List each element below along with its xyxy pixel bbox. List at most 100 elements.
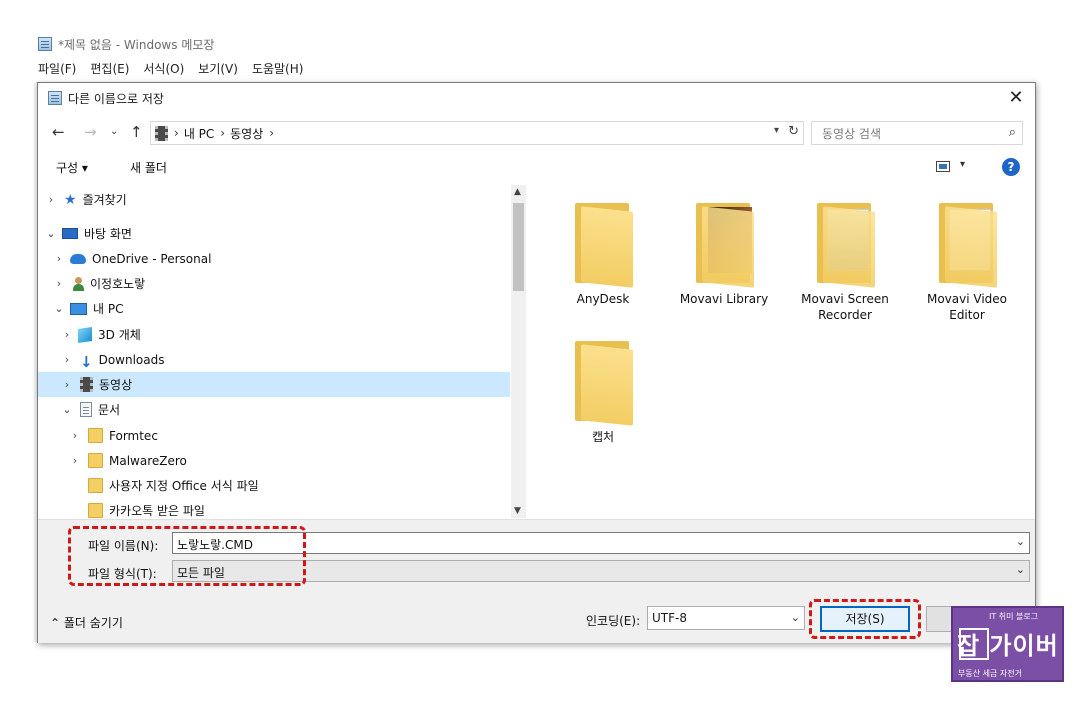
expand-chevron-icon[interactable]: ›	[68, 429, 82, 442]
nav-label: 즐겨찾기	[82, 193, 127, 207]
scroll-down-icon[interactable]: ▼	[514, 506, 521, 516]
desktop-icon	[62, 228, 78, 239]
breadcrumb-videos[interactable]: 동영상	[230, 125, 263, 142]
nav-item-user[interactable]: › 이정호노랗	[38, 271, 510, 296]
expand-chevron-icon[interactable]: ›	[68, 454, 82, 467]
document-icon	[80, 402, 92, 417]
folder-icon	[88, 428, 103, 443]
onedrive-cloud-icon	[70, 253, 86, 264]
blog-watermark-logo: IT 취미 블로그 잡 가이버 부동산 세금 자전거	[951, 606, 1064, 682]
notepad-menubar: 파일(F) 편집(E) 서식(O) 보기(V) 도움말(H)	[38, 60, 303, 77]
notepad-icon	[48, 91, 62, 105]
dialog-title: 다른 이름으로 저장	[68, 91, 164, 106]
collapse-chevron-icon[interactable]: ⌄	[44, 227, 58, 240]
video-film-icon	[80, 377, 93, 392]
encoding-value: UTF-8	[652, 611, 687, 625]
pc-icon	[70, 302, 87, 315]
nav-item-this-pc[interactable]: ⌄ 내 PC	[38, 296, 510, 321]
expand-chevron-icon[interactable]: ›	[60, 353, 74, 366]
highlight-annotation	[68, 526, 306, 586]
nav-label: MalwareZero	[109, 453, 187, 468]
nav-item-malwarezero[interactable]: › MalwareZero	[38, 448, 510, 473]
scrollbar-thumb[interactable]	[513, 203, 524, 291]
menu-edit[interactable]: 편집(E)	[90, 60, 129, 77]
help-icon[interactable]: ?	[1002, 158, 1020, 176]
file-name: Movavi Screen Recorder	[801, 292, 889, 322]
folder-icon	[937, 203, 997, 288]
folder-icon	[88, 478, 103, 493]
nav-scrollbar[interactable]: ▲ ▼	[511, 185, 526, 518]
expand-chevron-icon[interactable]: ›	[60, 378, 74, 391]
encoding-label: 인코딩(E):	[586, 614, 641, 628]
folder-icon	[573, 341, 633, 426]
nav-item-onedrive[interactable]: › OneDrive - Personal	[38, 246, 510, 271]
nav-item-3d-objects[interactable]: › 3D 개체	[38, 322, 510, 347]
nav-item-formtec[interactable]: › Formtec	[38, 423, 510, 448]
nav-item-desktop[interactable]: ⌄ 바탕 화면	[38, 221, 510, 246]
search-input[interactable]: 동영상 검색 ⌕	[811, 121, 1023, 145]
expand-chevron-icon[interactable]: ›	[44, 193, 58, 206]
address-bar[interactable]: › 내 PC › 동영상 › ▾ ↻	[150, 121, 804, 145]
organize-button[interactable]: 구성 ▾	[56, 159, 88, 176]
expand-chevron-icon[interactable]: ›	[52, 277, 66, 290]
breadcrumb-separator-icon: ›	[220, 126, 226, 140]
encoding-select[interactable]: UTF-8 ⌄	[647, 606, 805, 630]
nav-item-videos[interactable]: › 동영상	[38, 372, 510, 397]
expand-chevron-icon[interactable]: ›	[52, 252, 66, 265]
menu-view[interactable]: 보기(V)	[198, 60, 238, 77]
search-icon: ⌕	[1008, 125, 1016, 140]
nav-item-downloads[interactable]: › ↓ Downloads	[38, 347, 510, 372]
video-film-icon	[155, 125, 168, 141]
dialog-titlebar: 다른 이름으로 저장 ✕	[38, 83, 1035, 113]
nav-item-office-templates[interactable]: 사용자 지정 Office 서식 파일	[38, 473, 510, 498]
nav-label: 3D 개체	[98, 328, 141, 342]
nav-label: 카카오톡 받은 파일	[109, 504, 205, 518]
folder-icon	[573, 203, 633, 288]
watermark-bottom-text: 부동산 세금 자전거	[958, 669, 1022, 678]
file-pane: AnyDesk Movavi Library Movavi Screen Rec…	[528, 185, 1036, 518]
view-mode-icon[interactable]	[936, 161, 950, 172]
file-item-movavi-library[interactable]: Movavi Library	[669, 203, 779, 307]
file-name: Movavi Library	[679, 292, 769, 306]
close-icon[interactable]: ✕	[1005, 87, 1027, 109]
download-arrow-icon: ↓	[80, 352, 93, 371]
user-icon	[72, 276, 84, 291]
address-dropdown-icon[interactable]: ▾	[774, 125, 779, 136]
menu-help[interactable]: 도움말(H)	[252, 60, 304, 77]
star-icon: ★	[64, 191, 77, 208]
back-arrow-icon[interactable]: ←	[52, 123, 65, 141]
file-item-capture[interactable]: 캡처	[548, 341, 658, 445]
save-options-area: 파일 이름(N): 노랗노랗.CMD ⌄ 파일 형식(T): 모든 파일 ⌄ ⌃…	[38, 519, 1035, 643]
scroll-up-icon[interactable]: ▲	[514, 187, 521, 197]
nav-item-documents[interactable]: ⌄ 문서	[38, 397, 510, 422]
collapse-chevron-icon[interactable]: ⌄	[52, 302, 66, 315]
breadcrumb-this-pc[interactable]: 내 PC	[184, 125, 214, 142]
up-arrow-icon[interactable]: ↑	[130, 123, 143, 141]
chevron-down-icon[interactable]: ⌄	[1016, 535, 1025, 548]
hide-folders-button[interactable]: ⌃ 폴더 숨기기	[50, 614, 123, 631]
file-item-movavi-screen-recorder[interactable]: Movavi Screen Recorder	[790, 203, 900, 323]
menu-file[interactable]: 파일(F)	[38, 60, 76, 77]
expand-chevron-icon[interactable]: ›	[60, 328, 74, 341]
refresh-icon[interactable]: ↻	[788, 124, 799, 139]
watermark-top-text: IT 취미 블로그	[989, 612, 1039, 621]
collapse-chevron-icon[interactable]: ⌄	[60, 403, 74, 416]
forward-arrow-icon[interactable]: →	[84, 123, 97, 141]
file-item-anydesk[interactable]: AnyDesk	[548, 203, 658, 307]
menu-format[interactable]: 서식(O)	[143, 60, 184, 77]
watermark-main-text: 잡 가이버	[957, 632, 1059, 660]
chevron-down-icon[interactable]: ⌄	[1016, 563, 1025, 576]
chevron-down-icon[interactable]: ⌄	[791, 611, 800, 624]
nav-label: OneDrive - Personal	[92, 251, 212, 266]
file-item-movavi-video-editor[interactable]: Movavi Video Editor	[912, 203, 1022, 323]
nav-label: 바탕 화면	[84, 227, 132, 241]
dialog-toolbar: 구성 ▾ 새 폴더 ▾ ?	[38, 153, 1035, 181]
nav-label: 동영상	[99, 378, 133, 392]
folder-icon	[694, 203, 754, 288]
nav-item-kakaotalk[interactable]: 카카오톡 받은 파일	[38, 498, 510, 518]
view-dropdown-icon[interactable]: ▾	[960, 159, 965, 170]
recent-locations-chevron-icon[interactable]: ⌄	[110, 126, 118, 137]
nav-item-favorites[interactable]: › ★ 즐겨찾기	[38, 187, 510, 212]
new-folder-button[interactable]: 새 폴더	[130, 159, 167, 176]
file-name: AnyDesk	[576, 292, 630, 306]
